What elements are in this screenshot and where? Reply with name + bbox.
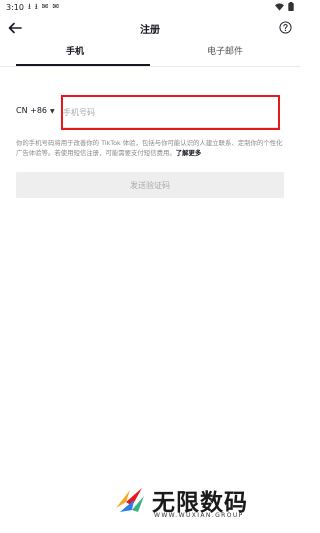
tab-phone[interactable]: 手机 <box>0 42 150 65</box>
register-screen: 3:10 ⭳ ⭳ ✉ ✉ 注册 手机 电子邮件 CN +86 ▼ 手机号码 你的… <box>0 0 300 533</box>
status-bar: 3:10 ⭳ ⭳ ✉ ✉ <box>0 0 300 14</box>
caret-down-icon: ▼ <box>50 108 55 115</box>
phone-entry-row: CN +86 ▼ <box>16 95 282 130</box>
phone-number-input[interactable] <box>61 95 280 130</box>
tab-bar: 手机 电子邮件 <box>0 42 300 67</box>
top-bar: 注册 <box>0 14 300 42</box>
disclaimer-text: 你的手机号码将用于改善你的 TikTok 体验，包括与你可能认识的人建立联系、定… <box>16 139 283 157</box>
help-circle-icon[interactable] <box>279 21 292 34</box>
download-icon: ⭳ <box>34 2 38 11</box>
wifi-icon <box>275 2 284 11</box>
watermark: 无限数码 WWW.WUXIAN.GROUP <box>112 482 300 533</box>
status-time: 3:10 <box>6 3 24 12</box>
active-tab-indicator <box>16 64 150 66</box>
battery-icon <box>288 2 294 11</box>
wuxian-logo-icon <box>116 488 144 512</box>
download-icon: ⭳ <box>28 2 31 11</box>
status-notification-icons: ⭳ ⭳ ✉ ✉ <box>28 2 59 11</box>
status-system-icons <box>275 2 294 11</box>
tab-email[interactable]: 电子邮件 <box>150 42 300 65</box>
app-icon: ✉ <box>52 2 60 11</box>
watermark-url: WWW.WUXIAN.GROUP <box>154 512 244 519</box>
country-code-selector[interactable]: CN +86 ▼ <box>16 106 55 115</box>
learn-more-link[interactable]: 了解更多 <box>176 149 202 157</box>
page-title: 注册 <box>140 25 160 36</box>
phone-usage-disclaimer: 你的手机号码将用于改善你的 TikTok 体验，包括与你可能认识的人建立联系、定… <box>16 139 284 158</box>
app-icon: ✉ <box>41 2 49 11</box>
country-code-label: CN +86 <box>16 106 47 115</box>
send-code-button[interactable]: 发送验证码 <box>16 172 284 198</box>
